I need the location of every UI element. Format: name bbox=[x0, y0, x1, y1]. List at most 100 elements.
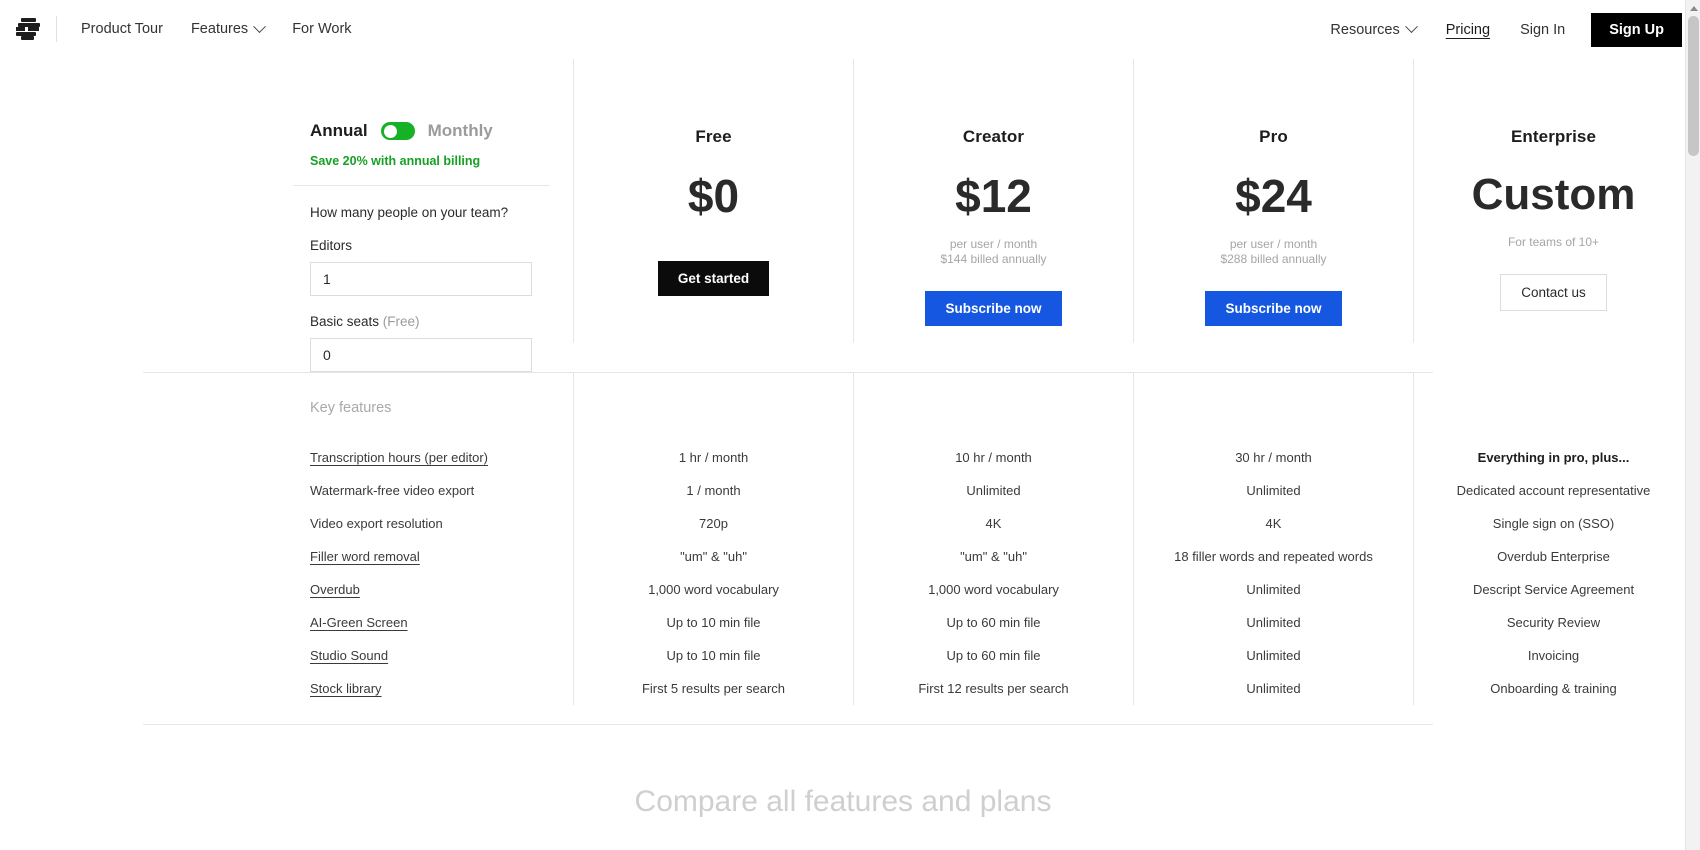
plan-price: $24 bbox=[1235, 170, 1312, 222]
basic-seats-input[interactable] bbox=[310, 338, 532, 372]
key-features-heading: Key features bbox=[310, 400, 392, 416]
nav-item-resources[interactable]: Resources bbox=[1316, 16, 1429, 44]
plan-price: $12 bbox=[955, 170, 1032, 222]
plan-name: Pro bbox=[1259, 127, 1288, 146]
feature-value: Up to 60 min file bbox=[946, 648, 1041, 663]
features-row-set: Key features Transcription hours (per ed… bbox=[293, 373, 1693, 705]
feature-value: Unlimited bbox=[1246, 681, 1301, 696]
feature-value: Unlimited bbox=[966, 483, 1021, 498]
plan-column-pro: Pro $24 per user / month $288 billed ann… bbox=[1133, 59, 1413, 372]
plan-price: $0 bbox=[687, 170, 740, 222]
feature-values-enterprise: Everything in pro, plus... Dedicated acc… bbox=[1413, 373, 1693, 705]
basic-seats-free-note: (Free) bbox=[379, 314, 420, 329]
feature-value: Descript Service Agreement bbox=[1472, 582, 1635, 597]
plan-cta-button-creator[interactable]: Subscribe now bbox=[925, 291, 1062, 326]
billing-monthly-label[interactable]: Monthly bbox=[428, 121, 493, 141]
feature-label: Video export resolution bbox=[310, 516, 443, 531]
editors-input[interactable] bbox=[310, 262, 532, 296]
billing-period-switch[interactable] bbox=[380, 122, 415, 140]
feature-label-row: Overdub bbox=[293, 573, 573, 606]
nav-item-features[interactable]: Features bbox=[177, 15, 278, 43]
plan-column-enterprise: Enterprise Custom For teams of 10+ Conta… bbox=[1413, 59, 1693, 372]
editors-field-label: Editors bbox=[310, 238, 353, 253]
sign-up-button[interactable]: Sign Up bbox=[1591, 12, 1682, 47]
pricing-content: Annual Monthly Save 20% with annual bill… bbox=[0, 59, 1700, 819]
feature-value: 30 hr / month bbox=[1235, 450, 1312, 465]
feature-label-row: Transcription hours (per editor) bbox=[293, 441, 573, 474]
plan-header-row: Annual Monthly Save 20% with annual bill… bbox=[293, 59, 1693, 372]
feature-value: Up to 10 min file bbox=[666, 648, 761, 663]
feature-value: First 5 results per search bbox=[641, 681, 786, 696]
plan-cta-button-enterprise[interactable]: Contact us bbox=[1500, 274, 1607, 311]
nav-item-for-work[interactable]: For Work bbox=[278, 15, 365, 43]
plan-price-subtext: per user / month $288 billed annually bbox=[1220, 237, 1326, 267]
feature-value: Up to 10 min file bbox=[666, 615, 761, 630]
basic-seats-text: Basic seats bbox=[310, 314, 380, 329]
features-grid: Key features Transcription hours (per ed… bbox=[150, 373, 1650, 705]
plan-sub-line1: per user / month bbox=[949, 237, 1038, 251]
feature-value: 1 hr / month bbox=[678, 450, 749, 465]
feature-label-column: Key features Transcription hours (per ed… bbox=[293, 373, 573, 705]
feature-value: "um" & "uh" bbox=[960, 549, 1027, 564]
feature-value: Invoicing bbox=[1527, 648, 1580, 663]
compare-all-features-heading: Compare all features and plans bbox=[634, 785, 1052, 818]
plan-price: Custom bbox=[1471, 170, 1636, 219]
team-size-question: How many people on your team? bbox=[310, 205, 509, 220]
feature-value: "um" & "uh" bbox=[680, 549, 747, 564]
feature-value: 720p bbox=[699, 516, 728, 531]
plan-sub-line1: per user / month bbox=[1229, 237, 1318, 251]
scroll-up-arrow-icon[interactable] bbox=[1686, 0, 1700, 16]
plan-column-free: Free $0 Get started bbox=[573, 59, 853, 372]
plan-cta-button-free[interactable]: Get started bbox=[657, 261, 770, 296]
plan-cta-button-pro[interactable]: Subscribe now bbox=[1205, 291, 1342, 326]
feature-value: Everything in pro, plus... bbox=[1477, 450, 1630, 465]
nav-item-product-tour[interactable]: Product Tour bbox=[67, 15, 177, 43]
plan-price-subtext: per user / month $144 billed annually bbox=[940, 237, 1046, 267]
nav-label: Features bbox=[190, 21, 249, 37]
primary-nav: Product Tour Features For Work bbox=[67, 15, 366, 43]
switch-knob bbox=[383, 124, 397, 138]
feature-value: Unlimited bbox=[1246, 648, 1301, 663]
feature-label-row: Filler word removal bbox=[293, 540, 573, 573]
feature-value: Dedicated account representative bbox=[1456, 483, 1651, 498]
plan-price-subtext: For teams of 10+ bbox=[1508, 235, 1599, 250]
nav-label: Sign In bbox=[1520, 21, 1566, 38]
feature-value: Security Review bbox=[1506, 615, 1601, 630]
plan-sub-line2: $288 billed annually bbox=[1220, 252, 1327, 266]
feature-label[interactable]: AI-Green Screen bbox=[310, 615, 408, 630]
feature-label[interactable]: Studio Sound bbox=[310, 648, 388, 663]
feature-label[interactable]: Overdub bbox=[310, 582, 360, 597]
features-bottom-divider bbox=[143, 724, 1433, 725]
sidebar-divider bbox=[293, 185, 550, 186]
feature-label[interactable]: Transcription hours (per editor) bbox=[310, 450, 488, 465]
feature-label[interactable]: Stock library bbox=[310, 681, 382, 696]
plan-name: Enterprise bbox=[1510, 127, 1597, 146]
feature-value: 18 filler words and repeated words bbox=[1174, 549, 1373, 564]
plan-name: Free bbox=[695, 127, 732, 146]
feature-values-free: 1 hr / month 1 / month 720p "um" & "uh" … bbox=[573, 373, 853, 705]
feature-value: 1,000 word vocabulary bbox=[648, 582, 779, 597]
nav-label: For Work bbox=[292, 21, 352, 37]
plan-configurator: Annual Monthly Save 20% with annual bill… bbox=[293, 59, 573, 372]
annual-savings-note: Save 20% with annual billing bbox=[310, 154, 481, 168]
nav-item-pricing[interactable]: Pricing bbox=[1434, 16, 1502, 44]
pricing-grid: Annual Monthly Save 20% with annual bill… bbox=[150, 59, 1635, 372]
feature-value: 4K bbox=[985, 516, 1002, 531]
feature-value: First 12 results per search bbox=[918, 681, 1069, 696]
billing-period-toggle-row: Annual Monthly bbox=[293, 121, 573, 141]
descript-logo-icon[interactable] bbox=[16, 16, 42, 42]
site-header: Product Tour Features For Work Resources… bbox=[0, 0, 1700, 59]
nav-item-sign-in[interactable]: Sign In bbox=[1506, 16, 1579, 44]
feature-value: Up to 60 min file bbox=[946, 615, 1041, 630]
feature-label: Watermark-free video export bbox=[310, 483, 475, 498]
billing-annual-label[interactable]: Annual bbox=[310, 121, 368, 141]
chevron-down-icon bbox=[1404, 20, 1418, 34]
feature-label[interactable]: Filler word removal bbox=[310, 549, 420, 564]
feature-value: Unlimited bbox=[1246, 483, 1301, 498]
scrollbar-thumb[interactable] bbox=[1688, 16, 1699, 156]
plan-sub-line2: $144 billed annually bbox=[940, 252, 1047, 266]
page-scrollbar[interactable] bbox=[1685, 0, 1700, 850]
